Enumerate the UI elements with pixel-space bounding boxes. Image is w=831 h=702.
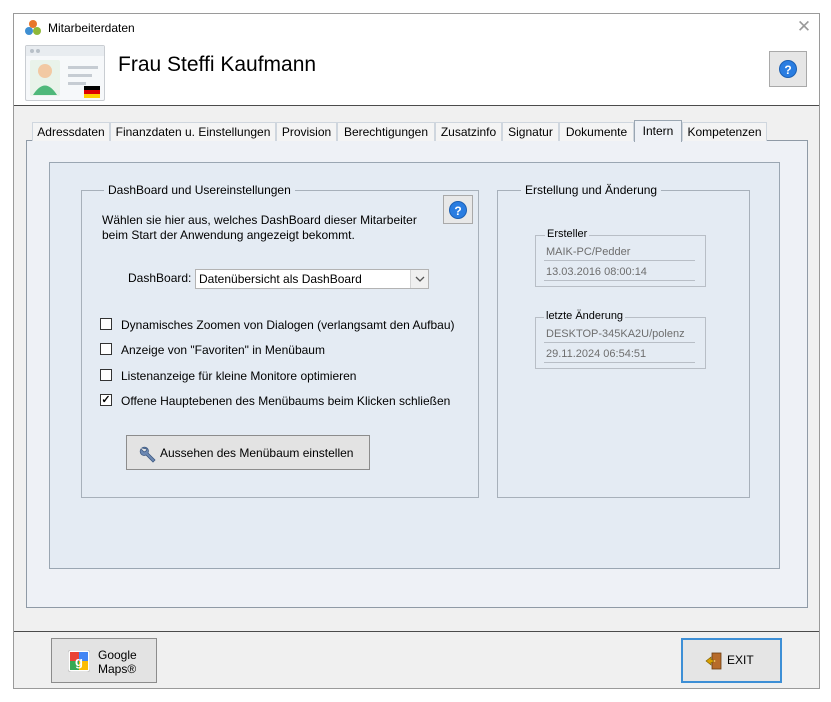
tab-provision[interactable]: Provision xyxy=(276,122,337,141)
tab-signatur[interactable]: Signatur xyxy=(502,122,559,141)
app-logo-icon xyxy=(24,19,42,37)
window-title: Mitarbeiterdaten xyxy=(48,21,135,35)
dashboard-description-line2: beim Start der Anwendung angezeigt bekom… xyxy=(102,228,355,242)
tab-berechtigungen[interactable]: Berechtigungen xyxy=(337,122,435,141)
dashboard-group-title: DashBoard und Usereinstellungen xyxy=(104,183,295,197)
employee-card-icon xyxy=(25,45,105,101)
google-maps-icon: g xyxy=(67,649,91,673)
menu-appearance-label: Aussehen des Menübaum einstellen xyxy=(160,446,354,460)
divider xyxy=(544,362,695,363)
tab-zusatzinfo[interactable]: Zusatzinfo xyxy=(435,122,502,141)
exit-button[interactable]: EXIT xyxy=(681,638,782,683)
checkbox-dynamic-zoom-label: Dynamisches Zoomen von Dialogen (verlang… xyxy=(121,318,455,332)
google-maps-label-line2: Maps® xyxy=(98,662,137,676)
checkbox-dynamic-zoom[interactable] xyxy=(100,318,112,330)
creator-timestamp: 13.03.2016 08:00:14 xyxy=(546,266,647,278)
tab-finanzdaten[interactable]: Finanzdaten u. Einstellungen xyxy=(110,122,276,141)
title-bar xyxy=(14,14,819,42)
tab-intern[interactable]: Intern xyxy=(634,120,682,142)
tab-adressdaten[interactable]: Adressdaten xyxy=(32,122,110,141)
dashboard-select-value: Datenübersicht als DashBoard xyxy=(199,272,362,286)
google-maps-button[interactable]: g Google Maps® xyxy=(51,638,157,683)
creator-label: Ersteller xyxy=(545,228,590,240)
dashboard-help-button[interactable]: ? xyxy=(443,195,473,224)
creation-group-title: Erstellung und Änderung xyxy=(521,183,662,197)
creator-user: MAIK-PC/Pedder xyxy=(546,246,631,258)
help-icon: ? xyxy=(779,60,797,78)
tab-kompetenzen[interactable]: Kompetenzen xyxy=(682,122,767,141)
tab-dokumente[interactable]: Dokumente xyxy=(559,122,634,141)
divider xyxy=(544,280,695,281)
menu-appearance-button[interactable]: Aussehen des Menübaum einstellen xyxy=(126,435,370,470)
help-button[interactable]: ? xyxy=(769,51,807,87)
close-icon[interactable]: ✕ xyxy=(793,16,815,38)
checkbox-close-main-levels[interactable]: ✓ xyxy=(100,394,112,406)
svg-text:g: g xyxy=(75,654,83,669)
dashboard-select[interactable]: Datenübersicht als DashBoard xyxy=(195,269,429,289)
help-icon: ? xyxy=(449,201,467,219)
google-maps-label-line1: Google xyxy=(98,648,137,662)
dashboard-description-line1: Wählen sie hier aus, welches DashBoard d… xyxy=(102,213,417,227)
checkbox-small-monitors[interactable] xyxy=(100,369,112,381)
checkbox-small-monitors-label: Listenanzeige für kleine Monitore optimi… xyxy=(121,369,357,383)
divider xyxy=(544,342,695,343)
checkbox-favorites[interactable] xyxy=(100,343,112,355)
exit-door-icon xyxy=(705,652,723,670)
divider xyxy=(544,260,695,261)
modified-user: DESKTOP-345KA2U/polenz xyxy=(546,328,685,340)
modified-label: letzte Änderung xyxy=(544,310,626,322)
dashboard-label: DashBoard: xyxy=(128,271,192,285)
employee-name: Frau Steffi Kaufmann xyxy=(118,53,317,76)
modified-timestamp: 29.11.2024 06:54:51 xyxy=(546,348,647,360)
checkbox-close-main-levels-label: Offene Hauptebenen des Menübaums beim Kl… xyxy=(121,394,451,408)
wrench-icon xyxy=(139,445,157,463)
exit-label: EXIT xyxy=(727,653,754,667)
checkbox-favorites-label: Anzeige von "Favoriten" in Menübaum xyxy=(121,343,325,357)
chevron-down-icon[interactable] xyxy=(410,270,428,288)
